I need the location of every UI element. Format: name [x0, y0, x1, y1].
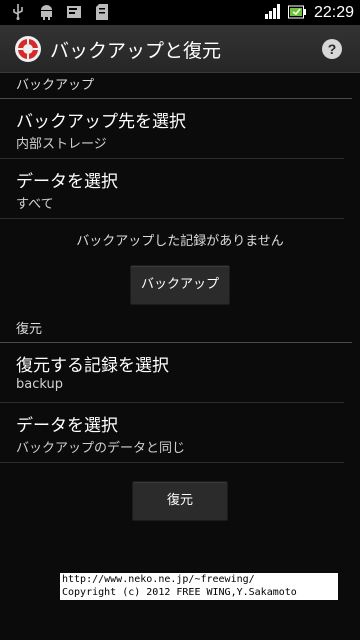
- backup-button[interactable]: バックアップ: [130, 265, 230, 305]
- section-header-label: 復元: [16, 322, 43, 337]
- copyright-banner: http://www.neko.ne.jp/~freewing/ Copyrig…: [60, 573, 338, 600]
- action-bar: バックアップと復元 ?: [0, 25, 360, 73]
- battery-icon: [287, 4, 306, 23]
- notification-icon: [66, 4, 82, 20]
- section-header-restore: 復元: [0, 317, 352, 343]
- settings-list: バックアップ バックアップ先を選択 内部ストレージ データを選択 すべて バック…: [0, 73, 360, 463]
- item-summary: 内部ストレージ: [16, 137, 107, 152]
- item-summary: すべて: [16, 197, 54, 212]
- help-icon[interactable]: ?: [322, 39, 342, 59]
- section-header-backup: バックアップ: [0, 73, 352, 99]
- sd-card-icon: [94, 4, 110, 20]
- clock: 22:29: [313, 4, 354, 21]
- item-title: 復元する記録を選択: [16, 356, 169, 376]
- item-title: データを選択: [16, 416, 118, 436]
- status-bar: 22:29: [0, 0, 360, 25]
- android-icon: [38, 4, 54, 20]
- section-header-label: バックアップ: [16, 78, 95, 93]
- item-summary: バックアップのデータと同じ: [16, 441, 186, 456]
- author-url: http://www.neko.ne.jp/~freewing/: [62, 574, 255, 585]
- item-summary: backup: [16, 377, 63, 392]
- item-title: データを選択: [16, 172, 118, 192]
- backup-destination-item[interactable]: バックアップ先を選択 内部ストレージ: [0, 99, 344, 159]
- restore-button[interactable]: 復元: [132, 481, 228, 521]
- signal-icon: [264, 3, 280, 23]
- item-title: バックアップ先を選択: [16, 112, 186, 132]
- usb-icon: [10, 4, 26, 20]
- no-backup-message: バックアップした記録がありません: [76, 234, 284, 249]
- copyright-text: Copyright (c) 2012 FREE WING,Y.Sakamoto: [62, 587, 297, 598]
- restore-record-select-item[interactable]: 復元する記録を選択 backup: [0, 343, 344, 403]
- restore-data-select-item[interactable]: データを選択 バックアップのデータと同じ: [0, 403, 344, 463]
- page-title: バックアップと復元: [50, 40, 222, 62]
- backup-data-select-item[interactable]: データを選択 すべて: [0, 159, 344, 219]
- app-icon[interactable]: [14, 35, 42, 63]
